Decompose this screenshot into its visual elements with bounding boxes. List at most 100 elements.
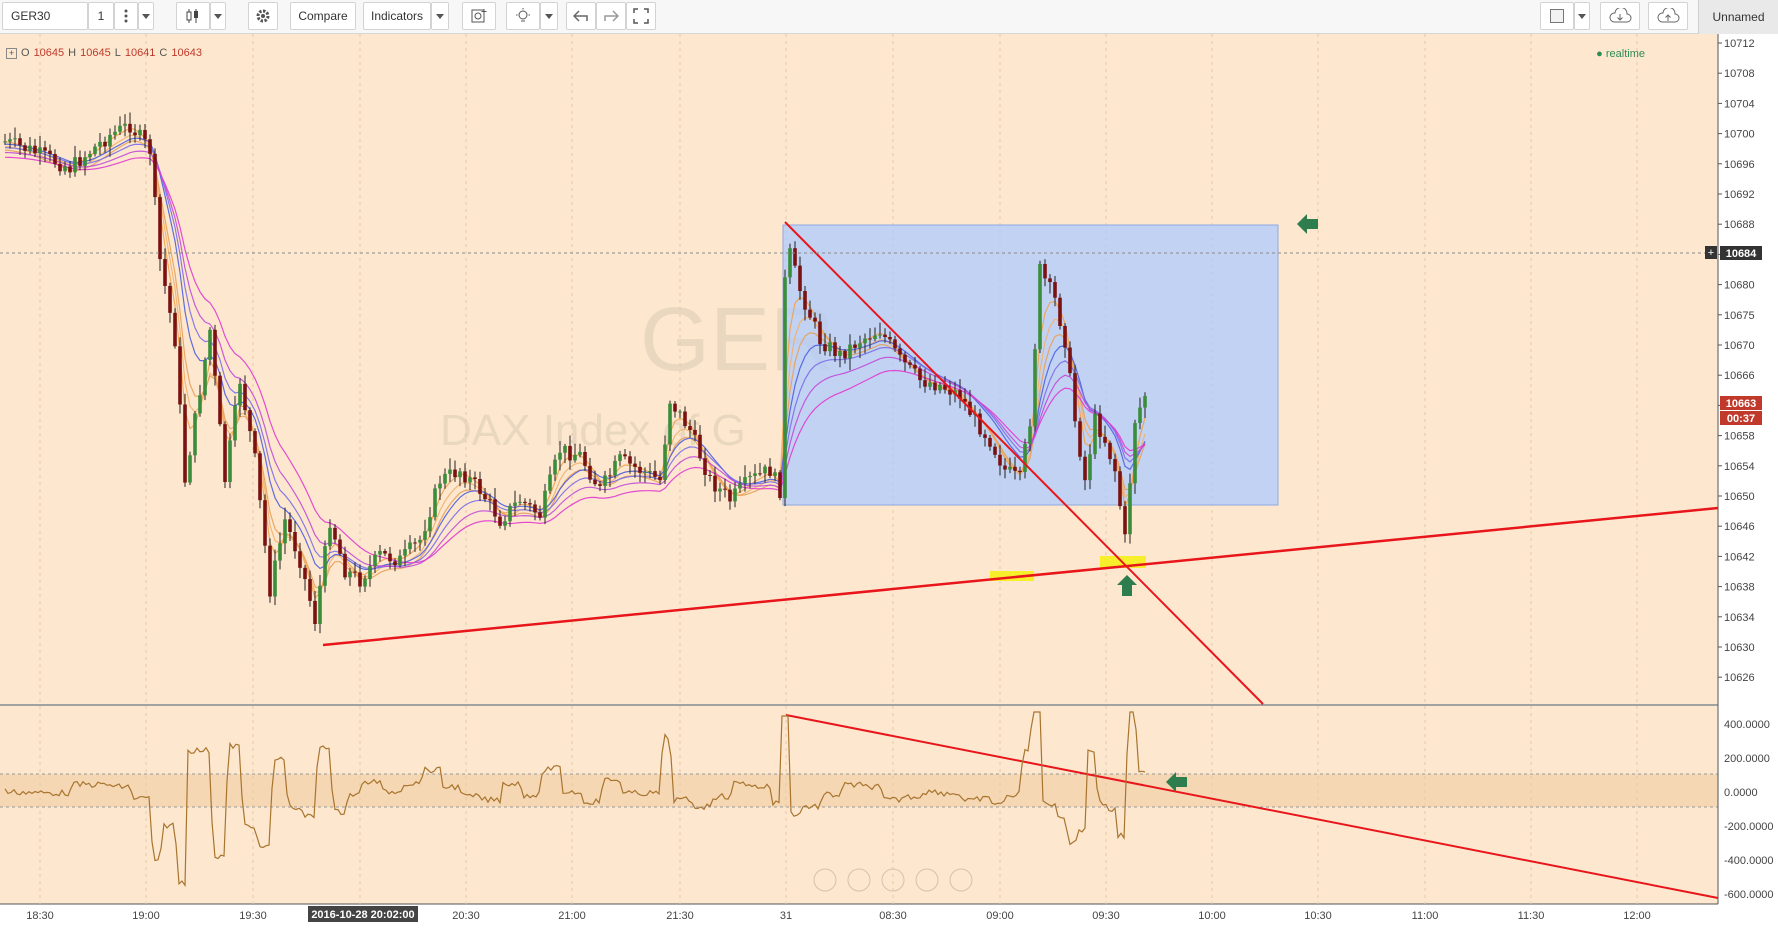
- candle-body: [83, 157, 87, 166]
- redo-icon[interactable]: [596, 2, 626, 30]
- candle-body: [88, 153, 92, 158]
- candle-body: [778, 472, 782, 498]
- candle-body: [758, 473, 762, 475]
- candle-body: [818, 321, 822, 345]
- candle-body: [493, 499, 497, 517]
- candle-body: [1008, 466, 1012, 470]
- chevron-down-icon[interactable]: [540, 2, 558, 30]
- candle-body: [428, 517, 432, 532]
- candle-body: [103, 141, 107, 147]
- candle-body: [313, 600, 317, 625]
- drawn-rectangle[interactable]: [782, 224, 1279, 506]
- candle-body: [923, 380, 927, 387]
- candle-body: [308, 579, 312, 601]
- candle-body: [143, 129, 147, 140]
- candle-body: [138, 129, 142, 136]
- candle-body: [233, 405, 237, 441]
- candle-body: [823, 344, 827, 352]
- candle-body: [1068, 347, 1072, 374]
- candle-body: [773, 472, 777, 476]
- close-value: 10643: [171, 47, 202, 59]
- candle-body: [328, 527, 332, 547]
- candle-body: [1133, 423, 1137, 484]
- price-tick-label: 10696: [1724, 159, 1755, 171]
- candle-body: [1093, 413, 1097, 455]
- candle-body: [848, 344, 852, 359]
- square-icon[interactable]: [1540, 2, 1574, 30]
- chevron-down-icon[interactable]: [138, 2, 154, 30]
- cloud-download-icon[interactable]: [1600, 2, 1640, 30]
- candle-body: [878, 334, 882, 336]
- candle-body: [543, 490, 547, 518]
- candle-body: [1073, 373, 1077, 422]
- candle-body: [523, 501, 527, 504]
- time-tick-label: 09:00: [986, 910, 1014, 922]
- candle-body: [1018, 470, 1022, 473]
- alert-icon[interactable]: [462, 2, 496, 30]
- candle-body: [573, 454, 577, 461]
- candle-body: [288, 519, 292, 532]
- candle-body: [448, 469, 452, 474]
- candle-body: [433, 488, 437, 518]
- candle-body: [883, 334, 887, 338]
- osc-tick-label: 0.0000: [1724, 787, 1758, 799]
- compare-button[interactable]: Compare: [290, 2, 356, 30]
- candle-body: [518, 501, 522, 503]
- candle-body: [383, 551, 387, 554]
- interval-button[interactable]: 1: [88, 2, 114, 30]
- bulb-icon[interactable]: [506, 2, 540, 30]
- time-tick-label: 11:30: [1518, 910, 1545, 922]
- fullscreen-icon[interactable]: [626, 2, 656, 30]
- symbol-input[interactable]: GER30: [2, 2, 88, 30]
- candle-body: [538, 512, 542, 518]
- price-chart-svg[interactable]: GER DAX Index of G 107121070810704107001…: [0, 34, 1778, 926]
- cloud-upload-icon[interactable]: [1648, 2, 1688, 30]
- candle-body: [478, 478, 482, 494]
- chevron-down-icon[interactable]: [210, 2, 226, 30]
- candle-body: [48, 150, 52, 155]
- candle-body: [93, 146, 97, 154]
- candle-body: [893, 339, 897, 349]
- candle-body: [603, 475, 607, 486]
- candle-body: [1058, 297, 1062, 326]
- candle-body: [838, 350, 842, 357]
- candle-body: [898, 348, 902, 355]
- candle-body: [568, 445, 572, 461]
- osc-band: [0, 774, 1718, 807]
- candle-body: [668, 403, 672, 445]
- candle-body: [863, 338, 867, 344]
- plus-glyph: +: [1708, 247, 1714, 259]
- price-tick-label: 10708: [1724, 68, 1755, 80]
- candle-body: [3, 141, 7, 143]
- gear-icon[interactable]: [248, 2, 278, 30]
- candle-body: [498, 516, 502, 526]
- high-label: H: [68, 47, 77, 59]
- chart-area[interactable]: GER DAX Index of G 10712 10708 10704 10700 1…: [0, 34, 1778, 926]
- candle-body: [243, 383, 247, 411]
- price-tick-label: 10634: [1724, 612, 1755, 624]
- candle-body: [33, 145, 37, 154]
- candle-body: [368, 566, 372, 580]
- crosshair-price: 10684: [1726, 248, 1757, 260]
- candle-body: [743, 477, 747, 484]
- undo-icon[interactable]: [566, 2, 596, 30]
- candle-body: [528, 503, 532, 505]
- candle-body: [708, 474, 712, 476]
- indicators-button[interactable]: Indicators: [363, 2, 431, 30]
- candle-body: [23, 145, 27, 151]
- candle-body: [638, 466, 642, 473]
- candles-icon[interactable]: [176, 2, 210, 30]
- layout-name-button[interactable]: Unnamed: [1698, 0, 1778, 34]
- legend-collapse-icon[interactable]: +: [6, 47, 17, 59]
- osc-tick-label: -200.0000: [1724, 821, 1774, 833]
- menu-dots-icon[interactable]: [114, 2, 138, 30]
- candle-body: [928, 382, 932, 387]
- candle-body: [458, 471, 462, 478]
- price-tick-label: 10642: [1724, 551, 1755, 563]
- chevron-down-icon[interactable]: [431, 2, 449, 30]
- chevron-down-icon[interactable]: [1574, 2, 1590, 30]
- candle-body: [483, 493, 487, 500]
- candle-body: [588, 465, 592, 480]
- candle-body: [633, 463, 637, 467]
- candle-body: [393, 561, 397, 566]
